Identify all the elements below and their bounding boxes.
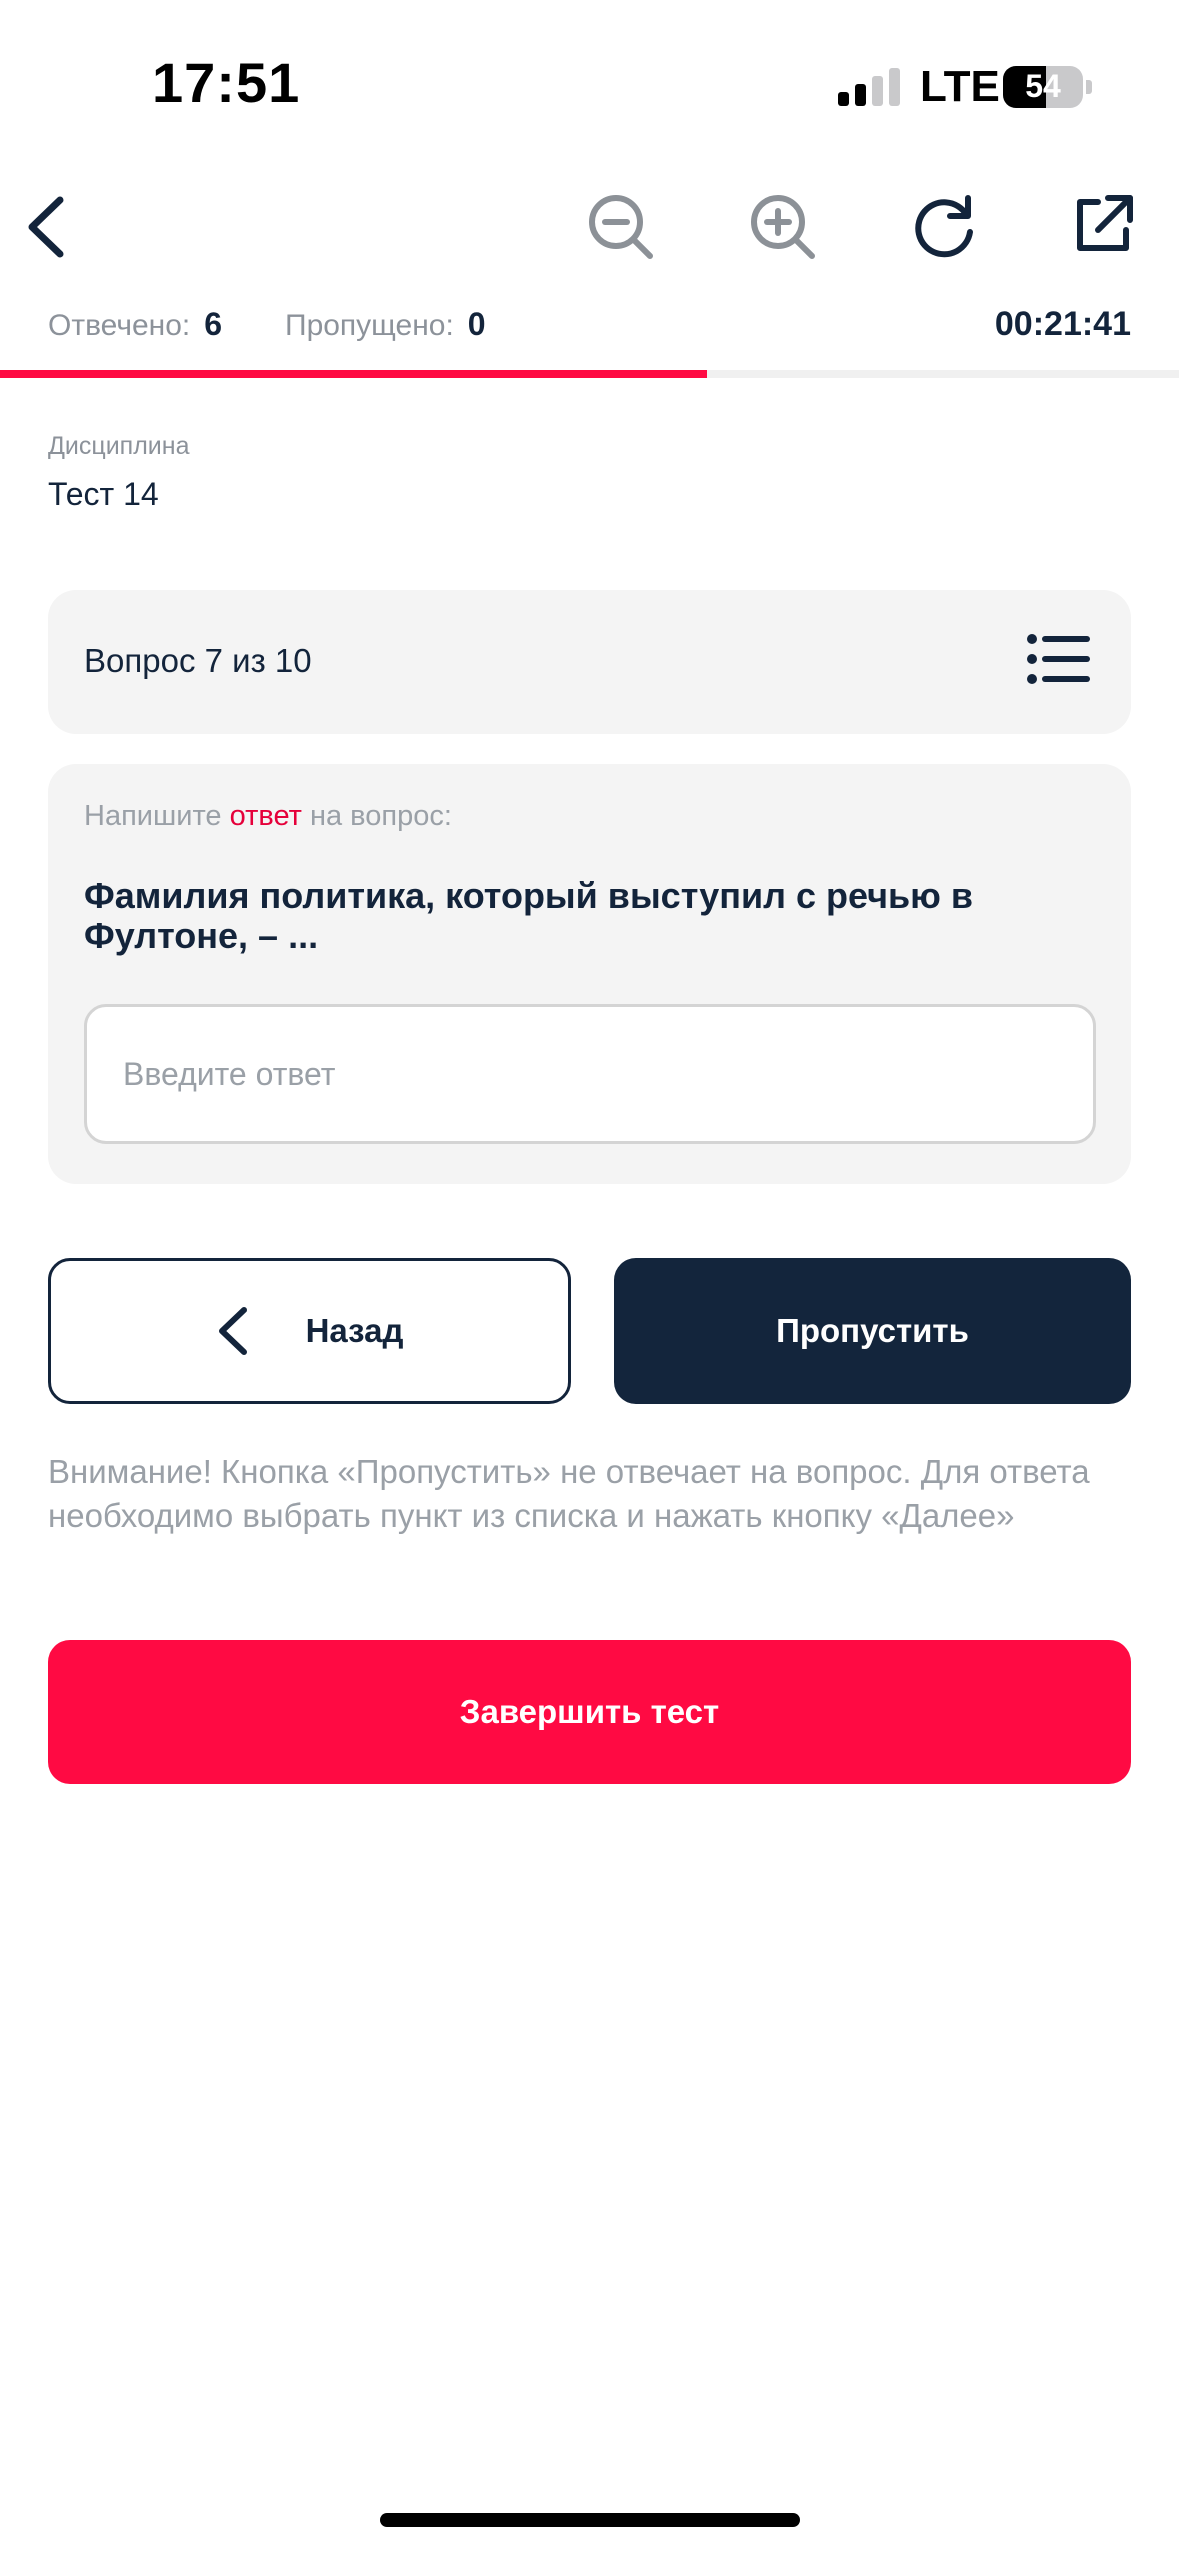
signal-bar: [872, 76, 883, 106]
zoom-out-icon: [589, 195, 653, 259]
question-text: Фамилия политика, который выступил с реч…: [84, 875, 974, 956]
battery-icon: 54: [1003, 66, 1083, 108]
test-timer: 00:21:41: [994, 305, 1131, 343]
chevron-left-icon: [218, 1307, 247, 1355]
back-button[interactable]: Назад: [48, 1258, 571, 1404]
question-instruction: Напишите ответ на вопрос:: [84, 800, 452, 833]
back-nav-button[interactable]: [20, 192, 76, 267]
question-header-card: Вопрос 7 из 10: [48, 590, 1131, 734]
refresh-icon: [915, 195, 973, 258]
question-list-button[interactable]: [1027, 633, 1091, 690]
status-time: 17:51: [152, 51, 301, 114]
answered-counter: Отвечено: 6: [48, 306, 222, 343]
instruction-accent: ответ: [229, 800, 302, 832]
instruction-text: Напишите: [84, 800, 230, 832]
question-number: Вопрос 7 из 10: [84, 642, 312, 679]
discipline-value: Тест 14: [48, 476, 159, 512]
network-type: LTE: [920, 62, 1000, 111]
signal-bar: [889, 68, 900, 106]
skip-button-label: Пропустить: [776, 1312, 969, 1349]
answered-label: Отвечено:: [48, 309, 191, 342]
answered-value: 6: [204, 306, 223, 342]
zoom-out-button[interactable]: [586, 192, 656, 267]
back-button-label: Назад: [305, 1312, 404, 1349]
instruction-text-end: на вопрос:: [301, 800, 452, 832]
zoom-in-icon: [751, 195, 815, 259]
battery-tip: [1086, 80, 1092, 94]
skipped-label: Пропущено:: [285, 309, 454, 342]
question-card: Напишите ответ на вопрос: Фамилия полити…: [48, 764, 1131, 1184]
zoom-in-button[interactable]: [748, 192, 818, 267]
open-external-icon: [1077, 195, 1133, 251]
chevron-left-icon: [28, 196, 64, 258]
signal-strength-icon: [838, 68, 902, 106]
finish-test-label: Завершить тест: [459, 1693, 720, 1730]
open-external-button[interactable]: [1070, 192, 1136, 263]
skip-button[interactable]: Пропустить: [614, 1258, 1131, 1404]
signal-bar: [838, 92, 849, 106]
progress-bar: [0, 370, 1179, 378]
battery-level: 54: [1025, 68, 1061, 104]
progress-fill: [0, 370, 708, 378]
finish-test-button[interactable]: Завершить тест: [48, 1640, 1131, 1784]
list-icon: [1027, 634, 1090, 684]
home-indicator[interactable]: [380, 2513, 800, 2527]
skipped-value: 0: [467, 306, 486, 342]
discipline-label: Дисциплина: [48, 432, 190, 460]
refresh-button[interactable]: [910, 192, 980, 267]
signal-bar: [855, 84, 866, 106]
answer-input[interactable]: [84, 1004, 1096, 1144]
skipped-counter: Пропущено: 0: [285, 306, 486, 343]
skip-warning-text: Внимание! Кнопка «Пропустить» не отвечае…: [48, 1453, 1090, 1534]
